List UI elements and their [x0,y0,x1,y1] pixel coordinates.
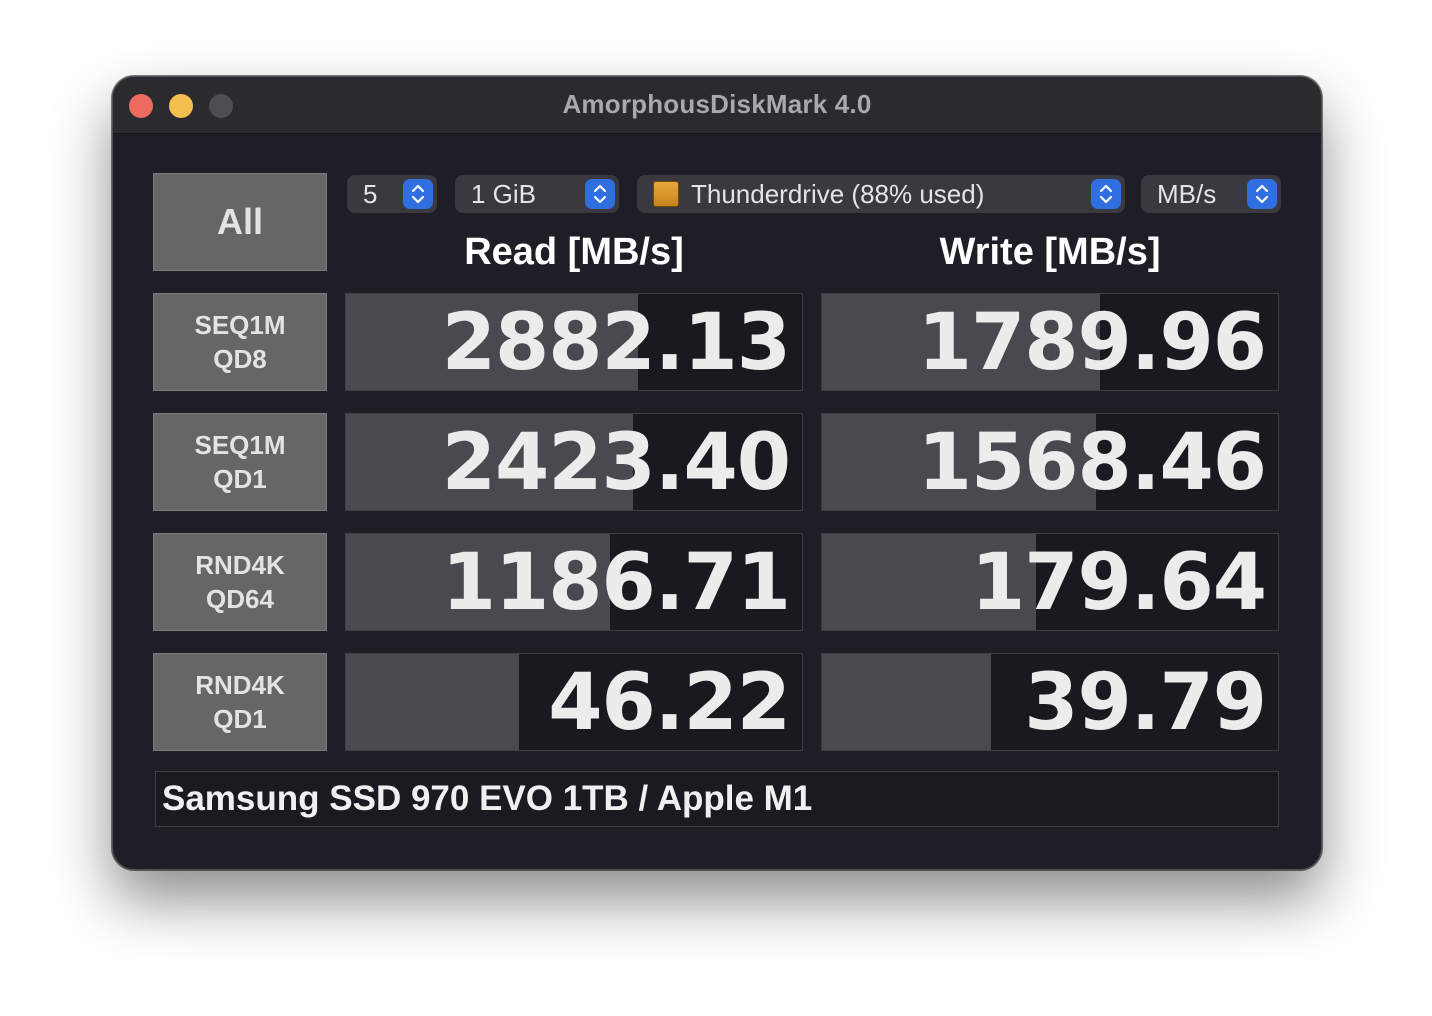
write-value: 1789.96 [917,298,1267,388]
test-button-seq1m-qd8[interactable]: SEQ1M QD8 [153,293,327,391]
drive-icon [653,181,679,207]
write-result-rnd4k-qd64: 179.64 [821,533,1279,631]
test-label-line1: RND4K [195,550,285,580]
test-label-line2: QD1 [213,464,267,494]
read-value: 46.22 [548,658,791,748]
window-title: AmorphousDiskMark 4.0 [562,89,872,119]
write-value: 39.79 [1024,658,1267,748]
read-result-rnd4k-qd1: 46.22 [345,653,803,751]
test-size-value: 1 GiB [471,178,537,209]
write-value: 1568.46 [917,418,1267,508]
read-value: 1186.71 [441,538,791,628]
stepper-icon [1091,179,1121,209]
write-column-header: Write [MB/s] [939,231,1161,273]
read-result-seq1m-qd1: 2423.40 [345,413,803,511]
test-button-rnd4k-qd64[interactable]: RND4K QD64 [153,533,327,631]
read-result-rnd4k-qd64: 1186.71 [345,533,803,631]
write-result-rnd4k-qd1: 39.79 [821,653,1279,751]
write-result-seq1m-qd1: 1568.46 [821,413,1279,511]
run-all-button[interactable]: All [153,173,327,271]
app-window: AmorphousDiskMark 4.0 All 5 1 GiB Thunde… [112,76,1322,870]
test-button-rnd4k-qd1[interactable]: RND4K QD1 [153,653,327,751]
drive-value: Thunderdrive (88% used) [691,178,985,209]
test-label-line2: QD64 [206,584,274,614]
device-info-field[interactable]: Samsung SSD 970 EVO 1TB / Apple M1 [155,771,1279,827]
test-count-select[interactable]: 5 [347,175,437,213]
write-bar [822,654,991,750]
test-label-line1: SEQ1M [194,310,286,340]
test-count-value: 5 [363,178,378,209]
test-label-line1: SEQ1M [194,430,286,460]
read-value: 2882.13 [441,298,791,388]
unit-select[interactable]: MB/s [1141,175,1281,213]
stepper-icon [1247,179,1277,209]
stepper-icon [585,179,615,209]
test-button-seq1m-qd1[interactable]: SEQ1M QD1 [153,413,327,511]
read-result-seq1m-qd8: 2882.13 [345,293,803,391]
test-label-line2: QD1 [213,704,267,734]
read-bar [346,654,520,750]
stepper-icon [403,179,433,209]
unit-value: MB/s [1157,178,1217,209]
read-column-header: Read [MB/s] [464,231,684,273]
title-bar: AmorphousDiskMark 4.0 [113,77,1321,134]
write-result-seq1m-qd8: 1789.96 [821,293,1279,391]
drive-select[interactable]: Thunderdrive (88% used) [637,175,1125,213]
read-value: 2423.40 [441,418,791,508]
write-value: 179.64 [971,538,1267,628]
test-size-select[interactable]: 1 GiB [455,175,619,213]
test-label-line1: RND4K [195,670,285,700]
test-label-line2: QD8 [213,344,267,374]
